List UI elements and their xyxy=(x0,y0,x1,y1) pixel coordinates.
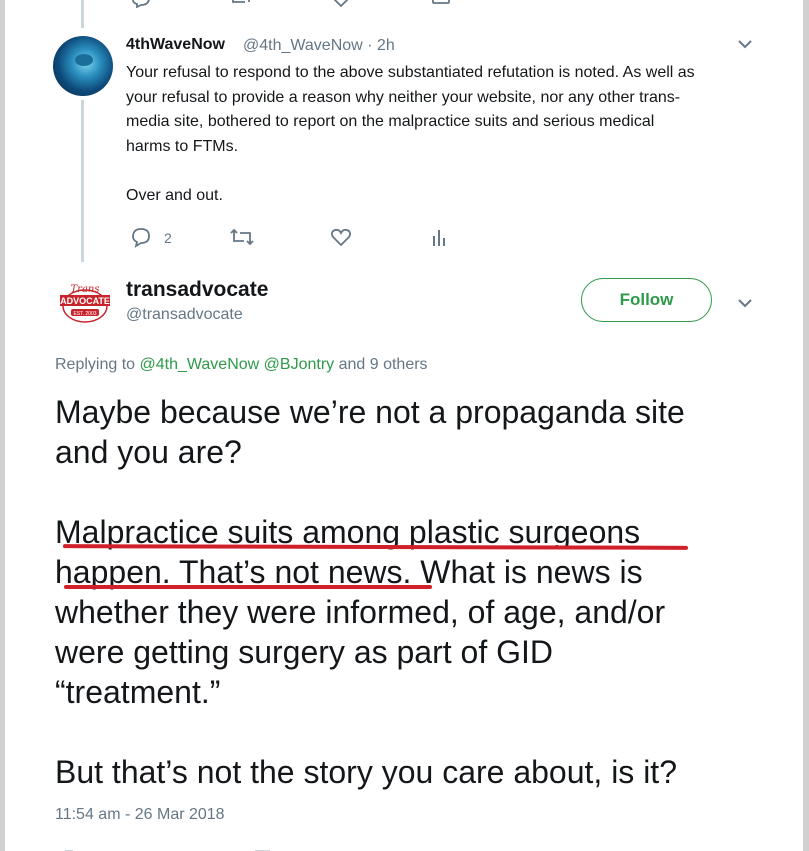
replying-suffix[interactable]: and 9 others xyxy=(334,356,428,373)
red-annotation-underline xyxy=(64,585,432,589)
stats-row-cutoff xyxy=(65,850,270,851)
tweet-text-line: were getting surgery as part of GID xyxy=(55,634,553,670)
tweet-text-line: Your refusal to respond to the above sub… xyxy=(126,64,695,81)
like-icon[interactable] xyxy=(330,0,352,8)
author-handle[interactable]: @transadvocate xyxy=(126,306,243,324)
mention-link[interactable]: @4th_WaveNow xyxy=(140,356,260,373)
transadvocate-logo[interactable]: Trans ADVOCATE EST. 2003 xyxy=(57,282,113,326)
message-icon[interactable] xyxy=(430,0,452,8)
tweet-text-line: Maybe because we’re not a propaganda sit… xyxy=(55,394,685,430)
window-border-left xyxy=(0,0,5,851)
follow-button[interactable]: Follow xyxy=(581,278,712,322)
thread-connector xyxy=(81,100,84,262)
author-name[interactable]: 4thWaveNow xyxy=(126,36,225,54)
tweet-timestamp[interactable]: 11:54 am - 26 Mar 2018 xyxy=(55,806,225,824)
reply-icon[interactable] xyxy=(130,226,152,248)
main-tweet-text: Maybe because we’re not a propaganda sit… xyxy=(55,392,775,792)
author-handle[interactable]: @4th_WaveNow xyxy=(243,37,363,54)
replying-to-line: Replying to @4th_WaveNow @BJontry and 9 … xyxy=(55,356,428,374)
author-name[interactable]: transadvocate xyxy=(126,278,268,302)
thread-connector-top xyxy=(81,0,84,28)
chevron-down-icon[interactable] xyxy=(737,297,753,309)
replying-prefix: Replying to xyxy=(55,356,140,373)
reply-icon[interactable] xyxy=(130,0,152,8)
tweet-text-line: media site, bothered to report on the ma… xyxy=(126,113,655,130)
previous-tweet-actions xyxy=(130,0,470,10)
tweet-time[interactable]: · 2h xyxy=(363,37,395,54)
like-icon[interactable] xyxy=(330,226,352,248)
tweet-text-line: “treatment.” xyxy=(55,674,221,710)
tweet-actions: 2 xyxy=(126,226,466,248)
avatar-4thwavenow[interactable] xyxy=(53,36,113,96)
retweet-icon[interactable] xyxy=(230,0,252,8)
tweet-text-line: and you are? xyxy=(55,434,242,470)
tweet-text-line: your refusal to provide a reason why nei… xyxy=(126,88,681,106)
tweet-text-line: whether they were informed, of age, and/… xyxy=(55,594,666,630)
retweet-icon[interactable] xyxy=(230,226,254,248)
svg-text:ADVOCATE: ADVOCATE xyxy=(60,296,110,306)
tweet-text-line: Over and out. xyxy=(126,187,223,204)
window-border-right xyxy=(803,0,809,851)
mention-link[interactable]: @BJontry xyxy=(264,356,334,373)
reply-count: 2 xyxy=(164,230,172,246)
chevron-down-icon[interactable] xyxy=(737,38,753,50)
reply-tweet-text: Your refusal to respond to the above sub… xyxy=(126,61,766,209)
author-handle-time[interactable]: @4th_WaveNow · 2h xyxy=(243,37,395,55)
svg-text:Trans: Trans xyxy=(71,284,100,295)
tweet-text-line: harms to FTMs. xyxy=(126,137,239,155)
svg-text:EST. 2003: EST. 2003 xyxy=(73,311,96,317)
tweet-text-line: But that’s not the story you care about,… xyxy=(55,754,677,790)
analytics-icon[interactable] xyxy=(431,226,447,248)
